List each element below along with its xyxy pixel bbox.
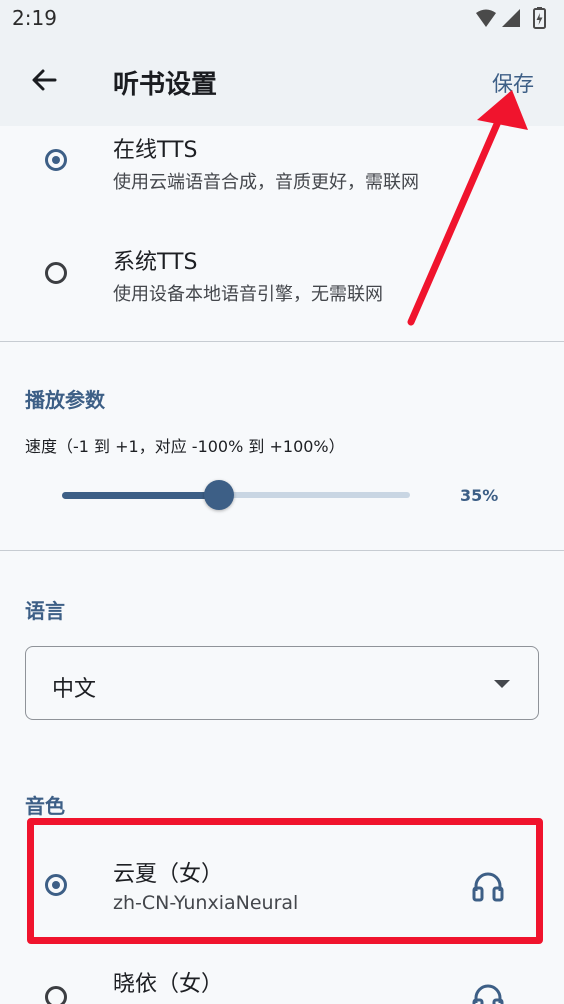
status-bar: 2:19 (0, 0, 564, 38)
page-title: 听书设置 (113, 70, 218, 100)
divider (0, 550, 564, 551)
arrow-back-icon (32, 69, 57, 91)
slider-thumb[interactable] (203, 480, 234, 510)
app-bar: 听书设置 保存 (0, 38, 564, 126)
section-title-playback: 播放参数 (25, 388, 105, 412)
section-title-language: 语言 (25, 599, 65, 623)
radio-system[interactable] (45, 262, 67, 284)
signal-icon (502, 9, 520, 27)
engine-option-subtitle: 使用云端语音合成，音质更好，需联网 (113, 172, 419, 193)
save-button[interactable]: 保存 (492, 68, 534, 98)
battery-icon (533, 7, 546, 29)
speed-value: 35% (460, 486, 499, 505)
radio-voice[interactable] (45, 986, 67, 1004)
voice-name: 晓依（女） (113, 972, 224, 997)
status-time: 2:19 (12, 6, 57, 30)
headphones-icon[interactable] (471, 981, 505, 1004)
annotation-highlight-box (27, 818, 543, 944)
engine-option-subtitle: 使用设备本地语音引擎，无需联网 (113, 284, 383, 305)
section-title-voice: 音色 (25, 794, 65, 818)
status-icons (476, 7, 546, 29)
engine-option-system[interactable]: 系统TTS 使用设备本地语音引擎，无需联网 (0, 238, 564, 338)
divider (0, 341, 564, 342)
back-button[interactable] (22, 58, 66, 102)
wifi-icon (476, 9, 496, 27)
speed-label: 速度（-1 到 +1，对应 -100% 到 +100%） (25, 437, 345, 456)
engine-option-online[interactable]: 在线TTS 使用云端语音合成，音质更好，需联网 (0, 126, 564, 226)
engine-option-title: 系统TTS (113, 250, 198, 275)
slider-track-active (62, 492, 219, 499)
dropdown-arrow-icon (494, 680, 510, 688)
engine-option-title: 在线TTS (113, 138, 198, 163)
language-dropdown[interactable]: 中文 (25, 646, 539, 720)
speed-slider[interactable] (62, 480, 412, 510)
radio-online-selected[interactable] (45, 149, 67, 171)
voice-item[interactable]: 晓依（女） (0, 950, 564, 1004)
language-selected: 中文 (52, 677, 97, 702)
